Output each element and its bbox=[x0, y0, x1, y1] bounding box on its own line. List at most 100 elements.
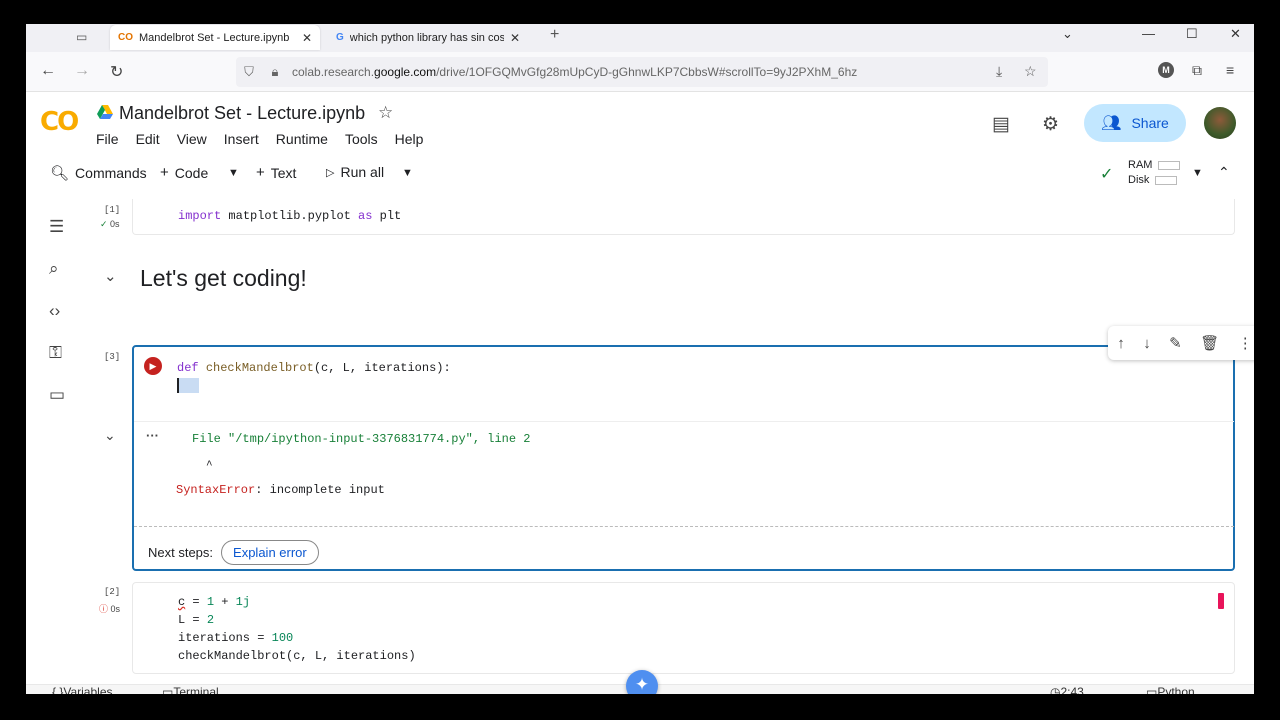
ram-disk-indicator[interactable]: RAM Disk bbox=[1128, 158, 1181, 188]
move-cell-up-icon[interactable]: ↑ bbox=[1117, 335, 1125, 352]
code-cell-3[interactable]: ↑ ↓ ✎ 🗑︎ ⋮ ▶ def checkMandelbrot(c, L, i… bbox=[132, 326, 1254, 571]
lock-icon[interactable]: 🔒︎ bbox=[262, 64, 288, 80]
run-all-dropdown-icon[interactable]: ▼ bbox=[402, 167, 413, 179]
browser-tab-google[interactable]: G which python library has sin cos ✕ bbox=[328, 25, 528, 50]
left-sidebar: ☰ ⌕ ‹› ⚿ ▭ bbox=[26, 199, 90, 694]
user-avatar[interactable] bbox=[1204, 107, 1236, 139]
output-actions-icon[interactable]: ··· bbox=[146, 428, 159, 443]
bookmark-star-icon[interactable]: ☆ bbox=[1024, 63, 1037, 80]
minimize-icon[interactable]: — bbox=[1142, 26, 1155, 41]
notebook-title[interactable]: Mandelbrot Set - Lecture.ipynb bbox=[119, 103, 365, 124]
explain-error-button[interactable]: Explain error bbox=[221, 540, 319, 565]
code-line: c = 1 + 1j bbox=[178, 595, 251, 609]
table-of-contents-icon[interactable]: ☰ bbox=[49, 217, 64, 237]
code-cell-2[interactable]: c = 1 + 1j L = 2 iterations = 100 checkM… bbox=[132, 582, 1235, 674]
next-steps: Next steps: Explain error bbox=[148, 540, 319, 565]
settings-gear-icon[interactable]: ⚙ bbox=[1042, 113, 1059, 136]
code-dropdown-icon[interactable]: ▼ bbox=[228, 167, 239, 179]
tab-list-icon[interactable]: ▭ bbox=[76, 30, 90, 44]
code-line: iterations = 100 bbox=[178, 631, 294, 645]
disk-label: Disk bbox=[1128, 174, 1150, 186]
address-bar[interactable]: ⛉ 🔒︎ colab.research.google.com/drive/1OF… bbox=[236, 57, 1048, 87]
cell-toolbar: ↑ ↓ ✎ 🗑︎ ⋮ bbox=[1108, 326, 1254, 360]
commands-label: Commands bbox=[75, 165, 147, 181]
close-window-icon[interactable]: ✕ bbox=[1230, 26, 1241, 42]
maximize-icon[interactable]: ☐ bbox=[1186, 26, 1198, 42]
code-snippets-icon[interactable]: ‹› bbox=[49, 301, 60, 321]
collapse-output-icon[interactable]: ⌄ bbox=[104, 427, 116, 444]
new-tab-icon[interactable]: + bbox=[550, 26, 559, 44]
move-cell-down-icon[interactable]: ↓ bbox=[1143, 335, 1151, 352]
run-cell-button[interactable]: ▶ bbox=[144, 357, 162, 375]
more-options-icon[interactable]: ⋮ bbox=[1238, 334, 1253, 352]
close-tab-icon[interactable]: ✕ bbox=[302, 31, 312, 45]
plus-icon: + bbox=[256, 164, 265, 181]
back-icon[interactable]: ← bbox=[40, 62, 56, 80]
menu-runtime[interactable]: Runtime bbox=[276, 131, 328, 147]
error-status: ⓘ 0s bbox=[99, 604, 121, 614]
text-label: Text bbox=[270, 164, 297, 181]
success-status: ✓ 0s bbox=[100, 219, 120, 229]
output-divider bbox=[134, 526, 1234, 527]
browser-window: ▭ CO Mandelbrot Set - Lecture.ipynb ✕ G … bbox=[26, 24, 1254, 694]
add-text-button[interactable]: + Text bbox=[256, 164, 296, 181]
disk-bar bbox=[1155, 175, 1178, 185]
google-favicon-icon: G bbox=[336, 32, 344, 43]
runtime-dropdown-icon[interactable]: ▼ bbox=[1192, 167, 1203, 179]
terminal-tab[interactable]: ▭ Terminal bbox=[162, 685, 219, 694]
text-cursor bbox=[177, 378, 199, 394]
people-icon: 👥︎ bbox=[1101, 115, 1122, 132]
menu-tools[interactable]: Tools bbox=[345, 131, 378, 147]
run-all-label: Run all bbox=[340, 164, 385, 180]
browser-tab-colab[interactable]: CO Mandelbrot Set - Lecture.ipynb ✕ bbox=[110, 25, 320, 50]
search-icon: 🔍︎ bbox=[50, 165, 70, 182]
menu-file[interactable]: File bbox=[96, 131, 119, 147]
play-icon: ▷ bbox=[326, 166, 335, 179]
share-button[interactable]: 👥︎ Share bbox=[1084, 104, 1186, 142]
secrets-key-icon[interactable]: ⚿ bbox=[49, 343, 62, 363]
variables-tab[interactable]: { } Variables bbox=[52, 685, 113, 694]
colab-header: CO Mandelbrot Set - Lecture.ipynb ☆ File… bbox=[26, 93, 1254, 155]
notebook-toolbar: 🔍︎ Commands + Code ▼ + Text ▷ Run all ▼ … bbox=[26, 155, 1254, 191]
reload-icon[interactable]: ↻ bbox=[110, 62, 123, 82]
extensions-icon[interactable]: ⧉ bbox=[1192, 62, 1202, 79]
google-drive-icon[interactable] bbox=[97, 105, 113, 119]
tab-overflow-icon[interactable]: ⌄ bbox=[1062, 26, 1073, 42]
find-replace-icon[interactable]: ⌕ bbox=[49, 259, 59, 279]
menu-edit[interactable]: Edit bbox=[136, 131, 160, 147]
menu-help[interactable]: Help bbox=[395, 131, 424, 147]
collapse-toolbar-icon[interactable]: ⌃ bbox=[1218, 164, 1230, 181]
menu-insert[interactable]: Insert bbox=[224, 131, 259, 147]
execution-count: [3] bbox=[104, 352, 121, 362]
ram-bar bbox=[1158, 160, 1181, 170]
colab-logo[interactable]: CO bbox=[40, 107, 79, 137]
star-icon[interactable]: ☆ bbox=[378, 103, 393, 123]
save-to-pocket-icon[interactable]: ⤓ bbox=[996, 63, 1002, 80]
add-code-button[interactable]: + Code bbox=[160, 164, 208, 181]
run-all-button[interactable]: ▷ Run all bbox=[326, 164, 384, 180]
menu-view[interactable]: View bbox=[177, 131, 207, 147]
close-tab-icon[interactable]: ✕ bbox=[510, 31, 520, 45]
edit-cell-icon[interactable]: ✎ bbox=[1169, 334, 1182, 352]
collapse-section-icon[interactable]: ⌄ bbox=[104, 267, 117, 285]
code-line: import matplotlib.pyplot as plt bbox=[178, 209, 402, 223]
profile-icon[interactable]: M bbox=[1158, 62, 1174, 78]
plus-icon: + bbox=[160, 164, 169, 181]
files-folder-icon[interactable]: ▭ bbox=[49, 385, 65, 405]
delete-cell-icon[interactable]: 🗑︎ bbox=[1200, 334, 1219, 352]
code-editor[interactable]: c = 1 + 1j L = 2 iterations = 100 checkM… bbox=[178, 593, 416, 665]
runtime-type[interactable]: ▭ Python 3 bbox=[1146, 685, 1195, 694]
traceback-caret: ^ bbox=[206, 460, 213, 472]
url-text: colab.research.google.com/drive/1OFGQMvG… bbox=[292, 65, 858, 79]
comments-icon[interactable]: ▤ bbox=[992, 113, 1010, 136]
gemini-sparkle-icon[interactable]: ✦ bbox=[626, 670, 658, 694]
hamburger-menu-icon[interactable]: ≡ bbox=[1226, 62, 1234, 78]
navigation-bar: ← → ↻ ⛉ 🔒︎ colab.research.google.com/dri… bbox=[26, 52, 1254, 92]
ram-label: RAM bbox=[1128, 159, 1153, 171]
shield-icon[interactable]: ⛉ bbox=[236, 64, 262, 80]
code-line: L = 2 bbox=[178, 613, 215, 627]
code-cell-1[interactable]: import matplotlib.pyplot as plt bbox=[132, 199, 1235, 235]
code-editor[interactable]: def checkMandelbrot(c, L, iterations): bbox=[177, 359, 451, 395]
commands-button[interactable]: 🔍︎ Commands bbox=[50, 164, 147, 182]
forward-icon[interactable]: → bbox=[74, 62, 90, 80]
